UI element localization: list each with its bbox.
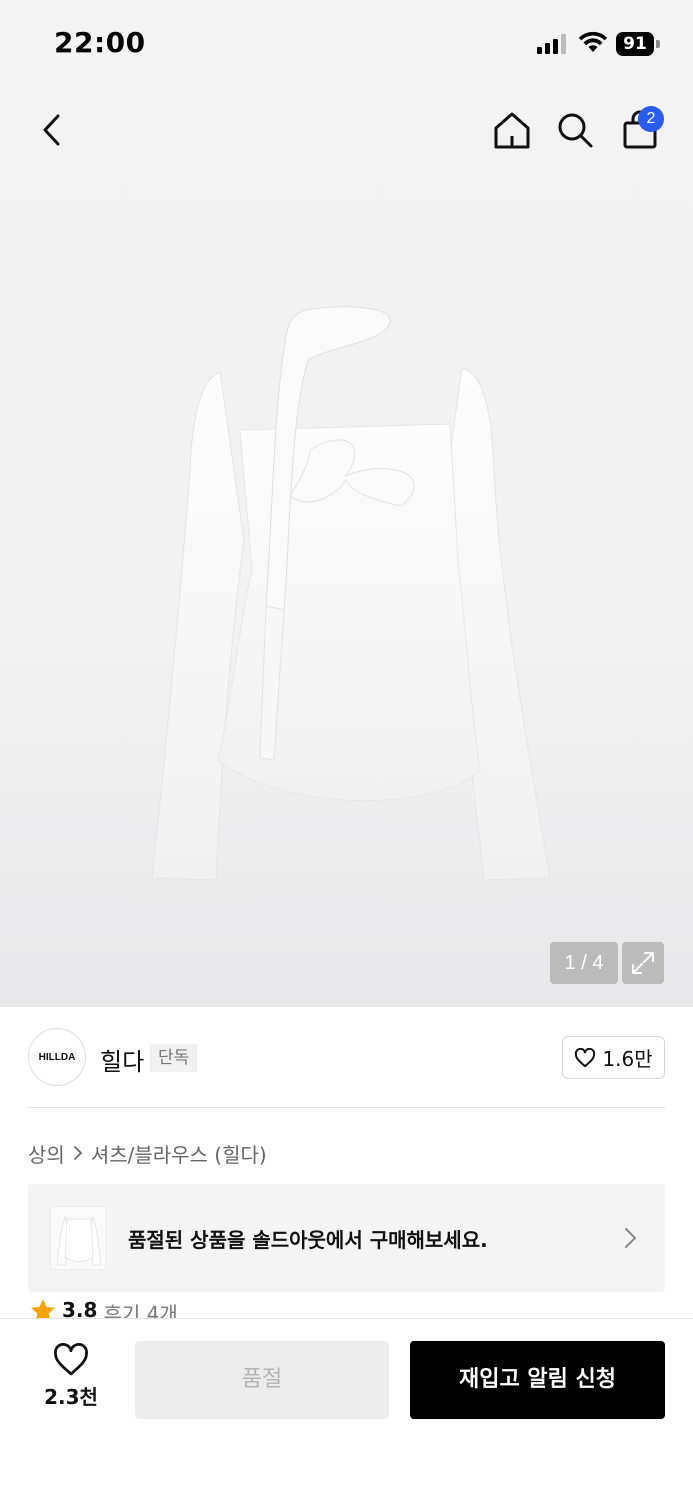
cart-count-badge: 2	[638, 106, 664, 132]
soldout-banner-text: 품절된 상품을 솔드아웃에서 구매해보세요.	[128, 1228, 488, 1252]
home-icon	[494, 112, 530, 149]
cellular-signal-icon	[537, 34, 566, 54]
chevron-left-icon	[43, 114, 60, 146]
divider	[28, 1107, 665, 1108]
wishlist-button[interactable]: 2.3천	[30, 1343, 112, 1419]
battery-level: 91	[616, 32, 654, 56]
expand-icon	[632, 952, 654, 974]
search-button[interactable]	[553, 108, 597, 152]
brand-row: HILLDA 힐다 단독 1.6만	[28, 1028, 665, 1086]
soldout-banner[interactable]: 품절된 상품을 솔드아웃에서 구매해보세요.	[28, 1184, 665, 1292]
star-icon	[31, 1299, 55, 1320]
heart-icon	[54, 1343, 88, 1376]
product-image[interactable]	[140, 300, 560, 890]
blouse-thumbnail-image	[56, 1215, 102, 1266]
status-time: 22:00	[54, 26, 146, 59]
soldout-thumbnail	[50, 1206, 106, 1270]
brand-logo-text: HILLDA	[38, 1051, 76, 1063]
search-icon	[558, 113, 593, 148]
breadcrumb-subcategory[interactable]: 셔츠/블라우스 (힐다)	[91, 1139, 267, 1168]
breadcrumb-category[interactable]: 상의	[28, 1139, 65, 1168]
rating-value: 3.8	[62, 1298, 98, 1320]
brand-name[interactable]: 힐다	[100, 1042, 144, 1077]
restock-alert-button[interactable]: 재입고 알림 신청	[410, 1341, 665, 1419]
product-hero: 22:00 91 2 1 / 4	[0, 0, 693, 1007]
battery-cap	[656, 40, 660, 48]
chevron-right-icon	[73, 1146, 82, 1160]
brand-like-button[interactable]: 1.6만	[562, 1036, 665, 1079]
top-nav	[0, 88, 693, 174]
expand-image-button[interactable]	[622, 942, 664, 984]
bottom-action-bar: 2.3천 품절 재입고 알림 신청	[0, 1318, 693, 1500]
soldout-button[interactable]: 품절	[135, 1341, 389, 1419]
wifi-icon	[578, 31, 608, 52]
image-counter: 1 / 4	[550, 942, 618, 984]
battery-indicator: 91	[616, 32, 660, 56]
home-button[interactable]	[490, 108, 534, 152]
back-button[interactable]	[30, 108, 74, 152]
review-count: 후기 4개	[103, 1302, 178, 1320]
breadcrumb: 상의 셔츠/블라우스 (힐다)	[28, 1138, 267, 1168]
brand-logo[interactable]: HILLDA	[28, 1028, 86, 1086]
status-bar: 22:00 91	[0, 0, 693, 88]
heart-icon	[575, 1047, 596, 1067]
rating-row[interactable]: 3.8 후기 4개	[30, 1298, 178, 1320]
brand-like-count: 1.6만	[602, 1047, 653, 1071]
exclusive-badge: 단독	[150, 1044, 198, 1072]
wishlist-count: 2.3천	[44, 1385, 98, 1409]
chevron-right-icon	[625, 1228, 636, 1248]
